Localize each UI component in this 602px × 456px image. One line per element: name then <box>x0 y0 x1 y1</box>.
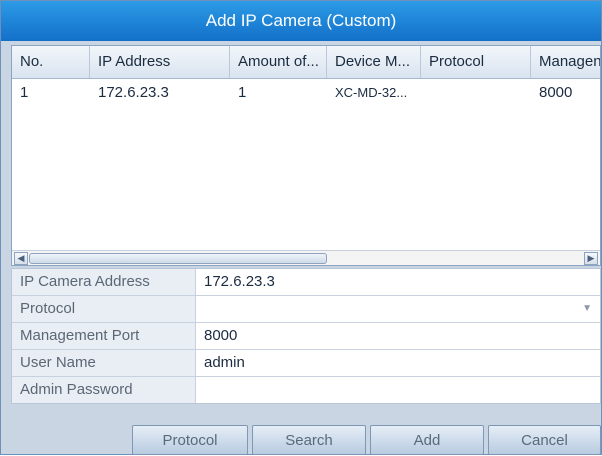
ip-camera-address-row: IP Camera Address 172.6.23.3 <box>12 269 600 296</box>
protocol-button[interactable]: Protocol <box>132 425 248 455</box>
user-name-row: User Name admin <box>12 350 600 377</box>
chevron-down-icon[interactable]: ▼ <box>582 296 592 322</box>
column-header-management-port[interactable]: Managen <box>531 46 600 78</box>
column-header-ip-address[interactable]: IP Address <box>90 46 230 78</box>
management-port-label: Management Port <box>12 323 196 349</box>
scrollbar-thumb[interactable] <box>29 253 327 264</box>
protocol-row: Protocol ▼ <box>12 296 600 323</box>
add-button[interactable]: Add <box>370 425 484 455</box>
cell-protocol <box>421 78 531 108</box>
search-button[interactable]: Search <box>252 425 366 455</box>
dialog-title: Add IP Camera (Custom) <box>1 1 601 41</box>
column-header-no[interactable]: No. <box>12 46 90 78</box>
management-port-field[interactable]: 8000 <box>196 323 600 349</box>
cell-management-port: 8000 <box>539 84 573 101</box>
admin-password-row: Admin Password <box>12 377 600 403</box>
admin-password-label: Admin Password <box>12 377 196 403</box>
protocol-select[interactable]: ▼ <box>196 296 600 322</box>
cancel-button[interactable]: Cancel <box>488 425 601 455</box>
camera-list-header: No. IP Address Amount of... Device M... … <box>12 46 600 79</box>
cell-device-model: XC-MD-32... <box>335 85 408 100</box>
camera-settings-form: IP Camera Address 172.6.23.3 Protocol ▼ … <box>11 268 601 404</box>
camera-list: No. IP Address Amount of... Device M... … <box>11 45 601 266</box>
add-ip-camera-dialog: Add IP Camera (Custom) No. IP Address Am… <box>0 0 602 455</box>
column-header-device-model[interactable]: Device M... <box>327 46 421 78</box>
cell-ip-address: 172.6.23.3 <box>98 84 169 101</box>
scroll-right-icon[interactable]: ▶ <box>584 252 598 265</box>
ip-camera-address-label: IP Camera Address <box>12 269 196 295</box>
column-header-protocol[interactable]: Protocol <box>421 46 531 78</box>
column-header-amount[interactable]: Amount of... <box>230 46 327 78</box>
cell-amount: 1 <box>238 84 247 101</box>
horizontal-scrollbar[interactable]: ◀ ▶ <box>12 250 600 265</box>
user-name-field[interactable]: admin <box>196 350 600 376</box>
admin-password-field[interactable] <box>196 377 600 403</box>
table-row[interactable]: 1 172.6.23.3 1 XC-MD-32... 8000 <box>12 78 600 108</box>
ip-camera-address-field[interactable]: 172.6.23.3 <box>196 269 600 295</box>
user-name-label: User Name <box>12 350 196 376</box>
button-bar: Protocol Search Add Cancel <box>1 417 601 456</box>
management-port-row: Management Port 8000 <box>12 323 600 350</box>
cell-no: 1 <box>20 84 29 101</box>
protocol-label: Protocol <box>12 296 196 322</box>
scroll-left-icon[interactable]: ◀ <box>14 252 28 265</box>
